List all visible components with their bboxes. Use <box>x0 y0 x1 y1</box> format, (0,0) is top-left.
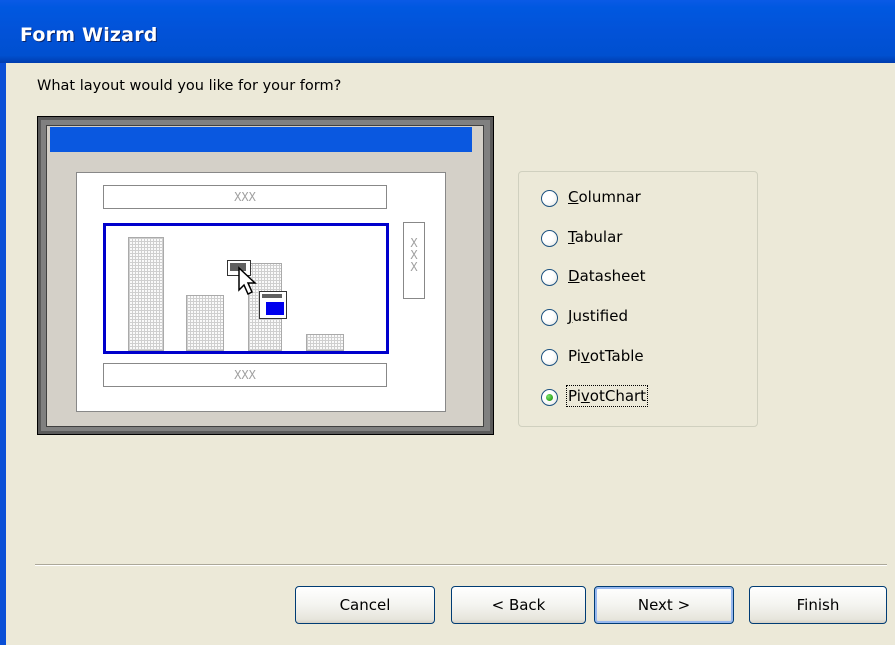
radio-label-rest: abular <box>574 228 623 246</box>
preview-bottom-field: XXX <box>103 363 387 387</box>
preview-title-bar <box>50 127 472 152</box>
window-left-border <box>0 63 6 645</box>
finish-button-label: Finish <box>796 596 840 614</box>
drop-target-icon <box>259 291 287 319</box>
radio-label: Justified <box>568 307 628 325</box>
layout-options-group: Columnar Tabular Datasheet Justified Piv… <box>518 171 758 427</box>
radio-label-rest: ustified <box>572 307 629 325</box>
radio-label-rest: olumnar <box>578 188 641 206</box>
preview-side-field: X X X <box>403 222 425 299</box>
finish-button[interactable]: Finish <box>749 586 887 624</box>
cancel-button-label: Cancel <box>339 596 391 614</box>
back-button[interactable]: < Back <box>451 586 586 624</box>
radio-label: PivotChart <box>565 385 649 407</box>
radio-label-accel: D <box>568 267 580 285</box>
radio-label: Tabular <box>568 228 622 246</box>
preview-chart-bar <box>186 295 224 351</box>
radio-label: Columnar <box>568 188 641 206</box>
window-title: Form Wizard <box>20 24 158 46</box>
form-wizard-window: Form Wizard What layout would you like f… <box>0 0 895 645</box>
next-button[interactable]: Next > <box>594 586 734 624</box>
radio-label-pre: Pi <box>568 387 581 405</box>
radio-button-icon[interactable] <box>541 230 558 247</box>
preview-side-text: X X X <box>410 236 418 274</box>
radio-button-icon[interactable] <box>541 309 558 326</box>
radio-label: Datasheet <box>568 267 646 285</box>
radio-label-rest: atasheet <box>579 267 646 285</box>
separator-line <box>35 564 887 566</box>
title-bar[interactable]: Form Wizard <box>0 0 895 63</box>
preview-top-field: XXX <box>103 185 387 209</box>
radio-button-icon[interactable] <box>541 269 558 286</box>
preview-chart-bar <box>128 237 164 351</box>
next-button-label: Next > <box>637 596 691 614</box>
radio-button-icon[interactable] <box>541 389 558 406</box>
radio-label-accel: T <box>568 228 575 246</box>
preview-chart-bar <box>306 334 344 351</box>
radio-label-rest: otChart <box>589 387 647 405</box>
radio-label-accel: v <box>580 387 590 405</box>
back-button-label: < Back <box>491 596 546 614</box>
radio-label-accel: v <box>580 347 590 365</box>
radio-label-accel: C <box>568 188 579 206</box>
preview-pivot-chart <box>103 223 389 354</box>
cancel-button[interactable]: Cancel <box>295 586 435 624</box>
radio-label: PivotTable <box>568 347 644 365</box>
layout-question: What layout would you like for your form… <box>37 78 342 94</box>
mouse-pointer-icon <box>238 266 257 296</box>
radio-label-rest: otTable <box>589 347 644 365</box>
radio-button-icon[interactable] <box>541 349 558 366</box>
preview-form-page: XXX X X X XXX <box>76 172 446 412</box>
radio-label-pre: Pi <box>568 347 581 365</box>
layout-preview: XXX X X X XXX <box>37 116 494 435</box>
radio-button-icon[interactable] <box>541 190 558 207</box>
